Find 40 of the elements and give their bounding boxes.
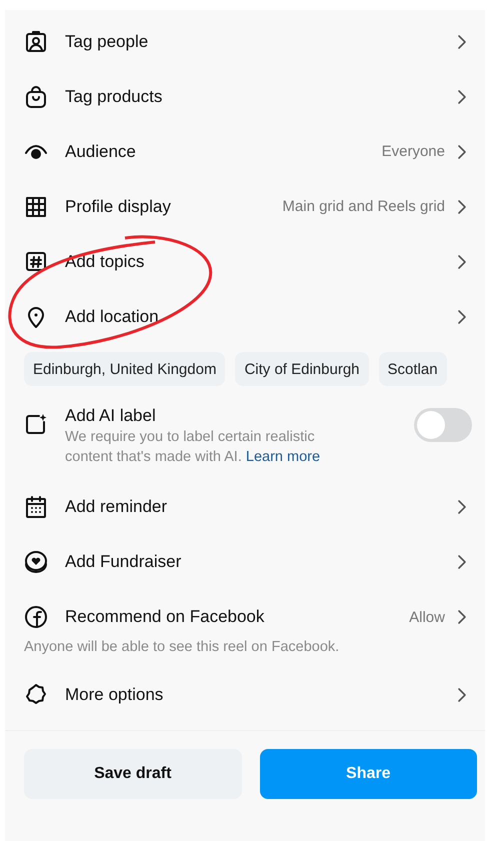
location-chip[interactable]: City of Edinburgh — [235, 352, 369, 386]
learn-more-link[interactable]: Learn more — [246, 449, 320, 465]
menu-item[interactable]: Profile display Main grid and Reels grid — [5, 179, 485, 234]
option-value: Allow — [409, 608, 445, 626]
chevron-right-icon — [457, 254, 467, 270]
menu-item[interactable]: Add location — [5, 289, 485, 344]
facebook-icon — [24, 605, 48, 629]
person-tag-icon — [24, 30, 48, 54]
chevron-right-icon — [457, 498, 467, 514]
chevron-right-icon — [457, 88, 467, 104]
chevron-right-icon — [457, 144, 467, 160]
option-label: Add AI label — [65, 406, 157, 426]
location-chip[interactable]: Edinburgh, United Kingdom — [24, 352, 226, 386]
chevron-right-icon — [457, 308, 467, 324]
chevron-right-icon — [457, 34, 467, 50]
grid-icon — [24, 194, 48, 218]
menu-item[interactable]: Audience Everyone — [5, 124, 485, 179]
helper-text: Anyone will be able to see this reel on Facebook. — [24, 639, 340, 655]
menu-item[interactable]: Recommend on Facebook Allow — [5, 595, 485, 639]
menu-item[interactable]: Add Fundraiser — [5, 534, 485, 589]
shopping-bag-icon — [24, 84, 48, 108]
gear-icon — [24, 682, 48, 706]
toggle-switch[interactable] — [414, 408, 472, 442]
menu-item[interactable]: More options — [5, 667, 485, 722]
calendar-icon — [24, 494, 48, 518]
option-value: Main grid and Reels grid — [282, 198, 445, 215]
menu-item[interactable]: Tag products — [5, 69, 485, 124]
chevron-right-icon — [457, 609, 467, 625]
location-chip[interactable]: Scotlan — [378, 352, 447, 386]
save-draft-button[interactable]: Save draft — [24, 749, 242, 799]
menu-item[interactable]: Tag people — [5, 14, 485, 69]
heart-coin-icon — [24, 550, 48, 574]
chevron-right-icon — [457, 554, 467, 570]
sparkle-square-icon — [24, 412, 48, 436]
description-text: We require you to label certain realistic content that's made with AI. Learn more — [65, 428, 322, 467]
hashtag-icon — [24, 250, 48, 274]
menu-item[interactable]: Add reminder — [5, 479, 485, 534]
chevron-right-icon — [457, 198, 467, 214]
option-value: Everyone — [382, 143, 445, 160]
chevron-right-icon — [457, 686, 467, 702]
